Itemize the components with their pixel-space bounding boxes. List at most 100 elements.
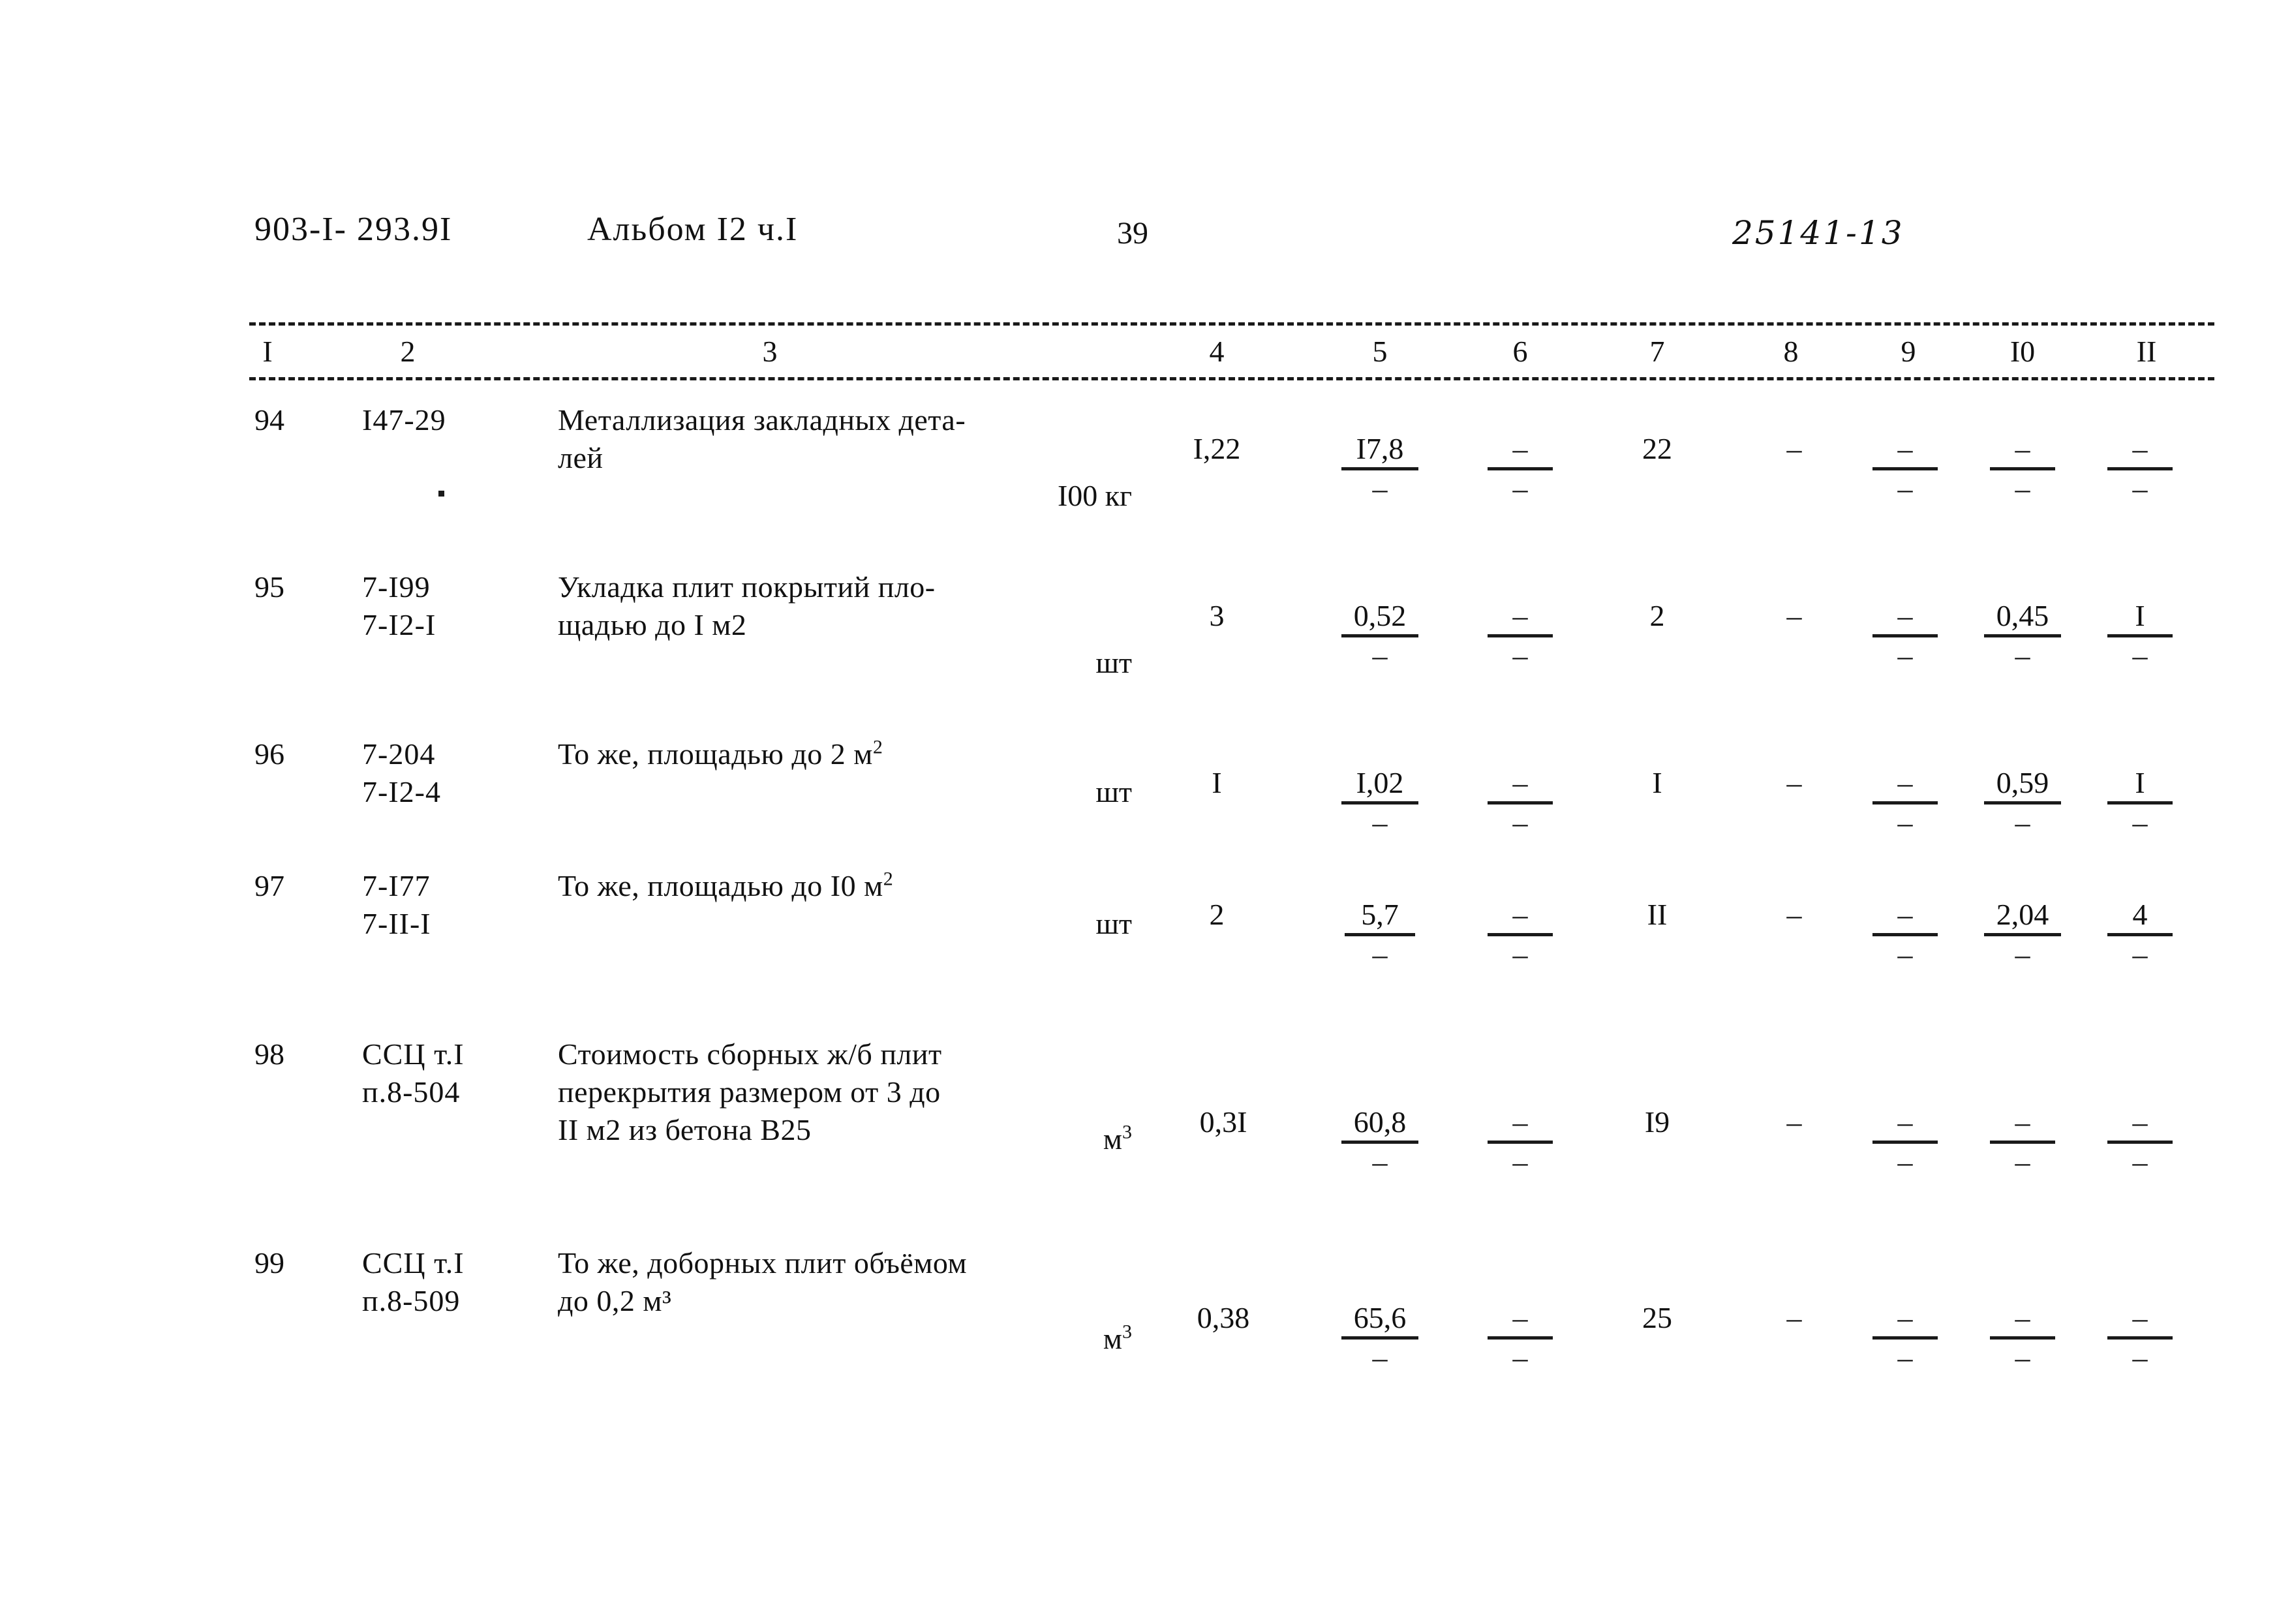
row-code-2: 7-I2-I (362, 608, 436, 641)
value-col-11: – – (2091, 1301, 2189, 1375)
value-col-7: I9 (1644, 1105, 1670, 1139)
fraction-bar (1872, 634, 1938, 637)
value-col-10: – – (1974, 432, 2071, 506)
value-col-9-numerator: – (1897, 599, 1913, 632)
row-text-superscript: 2 (872, 736, 883, 758)
row-unit-label: шт (1095, 646, 1132, 679)
value-col-5-numerator: 65,6 (1353, 1301, 1407, 1334)
value-col-11-denominator: – (2132, 938, 2148, 971)
value-col-9: – – (1856, 599, 1954, 673)
value-col-4: 3 (1209, 599, 1225, 632)
column-header-11: II (2136, 335, 2157, 368)
value-col-10: 0,45 – (1974, 599, 2071, 673)
fraction-bar (1341, 634, 1418, 637)
row-text-1-label: То же, площадью до 2 м (558, 737, 873, 771)
document-page: 903-I- 293.9I Альбом I2 ч.I 39 25141-13 … (0, 0, 2292, 1624)
value-col-5-numerator: I,02 (1356, 766, 1404, 799)
value-col-7: 22 (1642, 432, 1672, 465)
fraction-bar (1488, 933, 1553, 936)
row-code-1: 7-I77 (362, 869, 431, 902)
value-col-9-denominator: – (1897, 1145, 1913, 1178)
scan-artifact (438, 491, 444, 497)
value-col-6-numerator: – (1512, 898, 1528, 931)
value-col-9: – – (1856, 1301, 1954, 1375)
value-col-10: 0,59 – (1974, 766, 2071, 840)
value-col-6: – – (1471, 599, 1569, 673)
fraction-bar (1984, 634, 2061, 637)
row-code-2: п.8-504 (362, 1075, 461, 1109)
row-unit-label: м (1103, 1322, 1122, 1355)
value-col-11-denominator: – (2132, 472, 2148, 505)
value-col-5-denominator: – (1372, 806, 1388, 839)
value-col-10-denominator: – (2015, 639, 2030, 672)
value-col-6: – – (1471, 1105, 1569, 1179)
fraction-bar (1990, 1141, 2055, 1144)
row-text-1-label: То же, площадью до I0 м (558, 869, 883, 902)
value-col-10-denominator: – (2015, 1341, 2030, 1374)
fraction-bar (1872, 1141, 1938, 1144)
value-col-11-denominator: – (2132, 639, 2148, 672)
column-header-7: 7 (1649, 335, 1665, 368)
archive-stamp: 25141-13 (1732, 214, 1904, 252)
fraction-bar (1872, 467, 1938, 470)
table-row: 94 I47-29 Металлизация закладных дета- л… (0, 402, 2292, 552)
column-header-1: I (262, 335, 273, 368)
value-col-10-numerator: 0,45 (1996, 599, 2049, 632)
value-col-6: – – (1471, 766, 1569, 840)
value-col-5: 60,8 – (1331, 1105, 1429, 1179)
column-header-4: 4 (1209, 335, 1225, 368)
row-code-2: 7-I2-4 (362, 775, 441, 808)
value-col-11: – – (2091, 1105, 2189, 1179)
row-text-superscript: 2 (883, 868, 894, 890)
value-col-9-numerator: – (1897, 766, 1913, 799)
value-col-6-denominator: – (1512, 639, 1528, 672)
row-unit-label: шт (1095, 775, 1132, 808)
fraction-bar (1488, 801, 1553, 804)
value-col-6-numerator: – (1512, 599, 1528, 632)
value-col-11-denominator: – (2132, 1341, 2148, 1374)
row-unit-label: м (1103, 1122, 1122, 1156)
fraction-bar (1341, 801, 1418, 804)
row-number: 96 (254, 737, 284, 771)
value-col-10-numerator: 2,04 (1996, 898, 2049, 931)
value-col-9-denominator: – (1897, 472, 1913, 505)
fraction-bar (1345, 933, 1415, 936)
album-label: Альбом I2 ч.I (587, 211, 799, 248)
value-col-11-numerator: – (2132, 432, 2148, 465)
value-col-11-numerator: – (2132, 1301, 2148, 1334)
row-unit-superscript: 3 (1122, 1321, 1132, 1343)
column-header-8: 8 (1783, 335, 1799, 368)
value-col-5-denominator: – (1372, 639, 1388, 672)
value-col-9: – – (1856, 1105, 1954, 1179)
table-row: 95 7-I99 7-I2-I Укладка плит покрытий пл… (0, 569, 2292, 719)
fraction-bar (1488, 1141, 1553, 1144)
value-col-9-numerator: – (1897, 432, 1913, 465)
value-col-9-numerator: – (1897, 1105, 1913, 1139)
row-code-2: п.8-509 (362, 1284, 461, 1317)
value-col-5: I,02 – (1331, 766, 1429, 840)
row-text-1: То же, доборных плит объёмом (558, 1246, 968, 1279)
fraction-bar (1984, 933, 2061, 936)
value-col-9: – – (1856, 898, 1954, 972)
row-text-2: лей (558, 441, 604, 474)
fraction-bar (1488, 1336, 1553, 1340)
value-col-9-denominator: – (1897, 806, 1913, 839)
fraction-bar (1341, 467, 1418, 470)
fraction-bar (2107, 467, 2173, 470)
row-unit: м3 (884, 1321, 1132, 1357)
fraction-bar (2107, 801, 2173, 804)
table-top-rule (249, 322, 2214, 326)
value-col-5-numerator: 60,8 (1353, 1105, 1407, 1139)
row-text-2: щадью до I м2 (558, 608, 747, 641)
row-text-1: Укладка плит покрытий пло- (558, 570, 936, 604)
row-text-2: до 0,2 м³ (558, 1284, 672, 1317)
row-code-1: ССЦ т.I (362, 1246, 465, 1279)
value-col-6-denominator: – (1512, 472, 1528, 505)
fraction-bar (2107, 634, 2173, 637)
row-unit: шт (884, 774, 1132, 810)
column-header-10: I0 (2009, 335, 2036, 368)
fraction-bar (1341, 1336, 1418, 1340)
fraction-bar (1872, 933, 1938, 936)
value-col-5-numerator: 0,52 (1353, 599, 1407, 632)
value-col-5: 65,6 – (1331, 1301, 1429, 1375)
